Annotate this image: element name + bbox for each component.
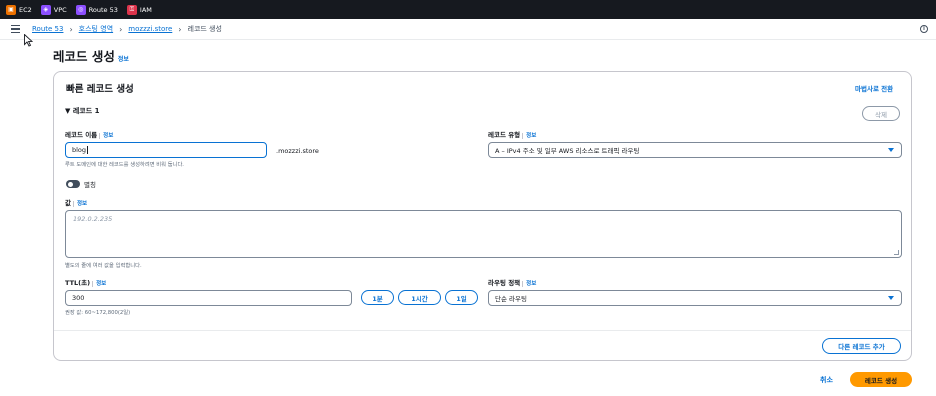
menu-icon[interactable] xyxy=(11,25,20,33)
service-favorites-bar: ▣ EC2 ◈ VPC ◎ Route 53 ⚿ IAM xyxy=(0,0,936,19)
breadcrumb-hosted-zones[interactable]: 호스팅 영역 xyxy=(79,24,113,34)
text-caret xyxy=(86,146,88,154)
record-type-label-text: 레코드 유형 xyxy=(488,131,521,139)
value-info-link[interactable]: 정보 xyxy=(72,201,88,207)
record-type-info-link[interactable]: 정보 xyxy=(522,133,537,139)
value-label: 값 정보 xyxy=(65,197,88,207)
record-type-value: A – IPv4 주소 및 일부 AWS 리소스로 트래픽 라우팅 xyxy=(495,147,640,155)
vpc-icon: ◈ xyxy=(40,4,51,15)
iam-icon: ⚿ xyxy=(126,4,137,15)
record-type-select[interactable]: A – IPv4 주소 및 일부 AWS 리소스로 트래픽 라우팅 xyxy=(488,142,902,158)
breadcrumb-route53[interactable]: Route 53 xyxy=(32,25,63,33)
record-type-label: 레코드 유형 정보 xyxy=(488,129,537,139)
ttl-input[interactable]: 300 xyxy=(65,290,352,306)
page-info-link[interactable]: 정보 xyxy=(118,56,129,63)
record-name-label: 레코드 이름 정보 xyxy=(65,129,114,139)
ttl-label: TTL(초) 정보 xyxy=(65,277,107,287)
chevron-right-icon: › xyxy=(69,24,73,34)
ttl-label-text: TTL(초) xyxy=(65,279,91,287)
value-textarea[interactable]: 192.0.2.235 xyxy=(65,210,902,258)
routing-policy-value: 단순 라우팅 xyxy=(495,295,527,303)
ttl-value: 300 xyxy=(72,294,85,302)
service-shortcut-iam[interactable]: ⚿ IAM xyxy=(126,4,152,15)
service-label: VPC xyxy=(53,5,67,14)
value-label-text: 값 xyxy=(65,199,71,207)
page-title-text: 레코드 생성 xyxy=(53,49,115,64)
routing-policy-select[interactable]: 단순 라우팅 xyxy=(488,290,902,306)
info-panel-icon[interactable]: i xyxy=(920,25,928,33)
ttl-1hour-button[interactable]: 1시간 xyxy=(398,290,441,305)
caret-down-icon xyxy=(888,296,894,300)
switch-to-wizard-link[interactable]: 마법사로 전환 xyxy=(855,83,893,93)
create-records-button[interactable]: 레코드 생성 xyxy=(850,372,912,387)
breadcrumb-zone[interactable]: mozzzi.store xyxy=(128,25,172,33)
add-another-record-button[interactable]: 다른 레코드 추가 xyxy=(822,338,901,354)
record-name-label-text: 레코드 이름 xyxy=(65,131,98,139)
service-label: IAM xyxy=(139,5,152,14)
chevron-right-icon: › xyxy=(178,24,182,34)
quick-create-record-panel: 빠른 레코드 생성 마법사로 전환 ▼ 레코드 1 삭제 레코드 이름 정보 bl… xyxy=(53,71,912,361)
routing-policy-label: 라우팅 정책 정보 xyxy=(488,277,537,287)
ttl-1min-button[interactable]: 1분 xyxy=(361,290,394,305)
ttl-hint: 권장 값: 60~172,800(2일) xyxy=(65,310,131,316)
routing-policy-label-text: 라우팅 정책 xyxy=(488,279,521,287)
record-name-hint: 루트 도메인에 대한 레코드를 생성하려면 비워 둡니다. xyxy=(65,162,184,168)
resize-handle-icon[interactable] xyxy=(894,250,899,255)
service-shortcut-ec2[interactable]: ▣ EC2 xyxy=(6,4,32,15)
routing-policy-info-link[interactable]: 정보 xyxy=(522,281,537,287)
ec2-icon: ▣ xyxy=(6,4,16,15)
breadcrumb-bar: Route 53 › 호스팅 영역 › mozzzi.store › 레코드 생… xyxy=(0,19,936,40)
divider xyxy=(54,330,911,331)
page-title: 레코드 생성 정보 xyxy=(53,46,129,65)
panel-title: 빠른 레코드 생성 xyxy=(66,84,134,95)
record-1-expander[interactable]: ▼ 레코드 1 xyxy=(65,106,99,116)
chevron-right-icon: › xyxy=(119,24,123,34)
value-hint: 별도의 줄에 여러 값을 입력합니다. xyxy=(65,263,142,269)
record-name-input[interactable]: blog xyxy=(65,142,267,158)
route53-icon: ◎ xyxy=(75,4,86,15)
alias-toggle[interactable] xyxy=(66,180,80,188)
value-placeholder: 192.0.2.235 xyxy=(73,215,113,223)
delete-record-button[interactable]: 삭제 xyxy=(862,106,900,121)
mouse-cursor-icon xyxy=(24,34,33,47)
domain-suffix: .mozzzi.store xyxy=(276,147,319,155)
breadcrumb: Route 53 › 호스팅 영역 › mozzzi.store › 레코드 생… xyxy=(32,24,222,34)
record-name-info-link[interactable]: 정보 xyxy=(99,133,114,139)
ttl-info-link[interactable]: 정보 xyxy=(92,281,107,287)
cancel-button[interactable]: 취소 xyxy=(820,375,833,385)
service-shortcut-route53[interactable]: ◎ Route 53 xyxy=(75,4,118,15)
caret-down-icon xyxy=(888,148,894,152)
service-label: Route 53 xyxy=(88,5,118,14)
ttl-1day-button[interactable]: 1일 xyxy=(445,290,478,305)
breadcrumb-current: 레코드 생성 xyxy=(187,25,222,33)
record-name-value: blog xyxy=(72,146,87,154)
service-label: EC2 xyxy=(19,5,32,14)
alias-label: 별칭 xyxy=(84,181,96,189)
service-shortcut-vpc[interactable]: ◈ VPC xyxy=(40,4,67,15)
